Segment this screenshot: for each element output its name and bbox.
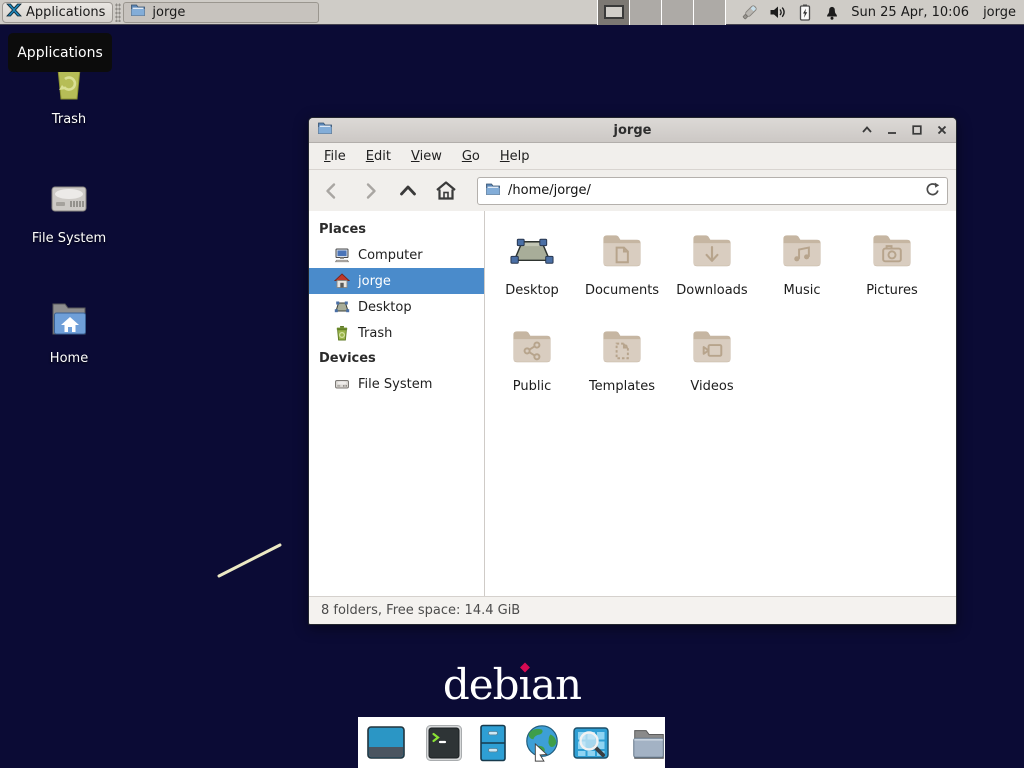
file-item-music[interactable]: Music [757, 228, 847, 298]
terminal-launcher[interactable] [424, 723, 464, 763]
reload-icon[interactable] [924, 181, 940, 201]
window-title: jorge [309, 123, 956, 138]
desktop-icon-label: Trash [52, 112, 86, 127]
tooltip-text: Applications [17, 45, 103, 61]
panel-handle[interactable] [115, 3, 121, 22]
home-folder-icon [45, 294, 93, 346]
folder-launcher[interactable] [629, 723, 669, 763]
xorg-logo-icon [6, 2, 22, 22]
folder-templates-icon [598, 324, 646, 371]
file-item-downloads[interactable]: Downloads [667, 228, 757, 298]
shade-button[interactable] [860, 124, 873, 137]
battery-icon[interactable] [796, 3, 814, 22]
places-header: Places [309, 217, 484, 242]
file-view[interactable]: Desktop Documents [485, 211, 956, 596]
taskbar-button-label: jorge [152, 5, 185, 20]
file-item-pictures[interactable]: Pictures [847, 228, 937, 298]
trash-icon [334, 325, 350, 341]
workspace-switcher [597, 0, 726, 25]
maximize-button[interactable] [910, 124, 923, 137]
statusbar: 8 folders, Free space: 14.4 GiB [309, 596, 956, 624]
panel-clock[interactable]: Sun 25 Apr, 10:06 [851, 5, 969, 20]
folder-pictures-icon [868, 228, 916, 275]
menubar: File Edit View Go Help [309, 143, 956, 170]
workspace-4[interactable] [694, 0, 726, 25]
folder-icon [485, 181, 501, 201]
web-browser-launcher[interactable] [522, 723, 562, 763]
desktop-icon-home[interactable]: Home [14, 294, 124, 366]
app-finder-launcher[interactable] [571, 723, 611, 763]
taskbar-button-jorge[interactable]: jorge [123, 2, 319, 23]
show-desktop-icon [366, 723, 406, 763]
globe-cursor-icon [522, 722, 562, 764]
file-manager-window: jorge File Edit View Go Help [308, 117, 957, 625]
menu-edit[interactable]: Edit [357, 146, 400, 167]
hard-drive-icon [334, 376, 350, 392]
panel-user-menu[interactable]: jorge [983, 5, 1016, 20]
devices-header: Devices [309, 346, 484, 371]
computer-icon [334, 247, 350, 263]
back-button[interactable] [317, 176, 347, 206]
close-button[interactable] [935, 124, 948, 137]
terminal-icon [424, 723, 464, 763]
forward-button[interactable] [355, 176, 385, 206]
folder-videos-icon [688, 324, 736, 371]
sidebar-item-file-system[interactable]: File System [309, 371, 484, 397]
desktop-icon-label: Home [50, 351, 88, 366]
applications-tooltip: Applications [8, 33, 112, 72]
app-finder-icon [571, 723, 611, 763]
hard-drive-icon [45, 174, 93, 226]
input-device-icon[interactable] [740, 3, 759, 22]
applications-menu-label: Applications [26, 5, 105, 20]
sidebar: Places Computer jorge [309, 211, 485, 596]
sidebar-item-jorge[interactable]: jorge [309, 268, 484, 294]
file-item-desktop[interactable]: Desktop [487, 228, 577, 298]
sidebar-item-trash[interactable]: Trash [309, 320, 484, 346]
folder-icon [629, 723, 669, 763]
top-panel: Applications jorge [0, 0, 1024, 25]
file-item-videos[interactable]: Videos [667, 324, 757, 394]
toolbar: /home/jorge/ [309, 170, 956, 211]
up-button[interactable] [393, 176, 423, 206]
folder-public-icon [508, 324, 556, 371]
workspace-3[interactable] [662, 0, 694, 25]
sidebar-item-computer[interactable]: Computer [309, 242, 484, 268]
folder-documents-icon [598, 228, 646, 275]
file-item-documents[interactable]: Documents [577, 228, 667, 298]
volume-icon[interactable] [768, 3, 787, 22]
file-cabinet-icon [473, 723, 513, 763]
show-desktop-button[interactable] [366, 723, 406, 763]
home-button[interactable] [431, 176, 461, 206]
menu-view[interactable]: View [402, 146, 451, 167]
path-text[interactable]: /home/jorge/ [508, 183, 917, 198]
folder-icon [130, 2, 146, 22]
debian-logo: debıan [0, 660, 1024, 709]
notifications-bell-icon[interactable] [823, 3, 841, 22]
bottom-dock [358, 717, 665, 768]
workspace-1[interactable] [598, 0, 630, 25]
sidebar-item-desktop[interactable]: Desktop [309, 294, 484, 320]
file-item-public[interactable]: Public [487, 324, 577, 394]
desktop-icon-label: File System [32, 231, 106, 246]
file-manager-launcher[interactable] [473, 723, 513, 763]
file-item-templates[interactable]: Templates [577, 324, 667, 394]
menu-file[interactable]: File [315, 146, 355, 167]
folder-music-icon [778, 228, 826, 275]
folder-downloads-icon [688, 228, 736, 275]
location-bar[interactable]: /home/jorge/ [477, 177, 948, 205]
minimize-button[interactable] [885, 124, 898, 137]
menu-go[interactable]: Go [453, 146, 489, 167]
applications-menu-button[interactable]: Applications [2, 2, 113, 23]
statusbar-text: 8 folders, Free space: 14.4 GiB [321, 603, 520, 618]
workspace-2[interactable] [630, 0, 662, 25]
window-titlebar[interactable]: jorge [309, 118, 956, 143]
desktop-icon [334, 299, 350, 315]
desktop-icon [508, 228, 556, 275]
system-tray [740, 3, 841, 22]
home-icon [334, 273, 350, 289]
menu-help[interactable]: Help [491, 146, 539, 167]
desktop-icon-file-system[interactable]: File System [14, 174, 124, 246]
